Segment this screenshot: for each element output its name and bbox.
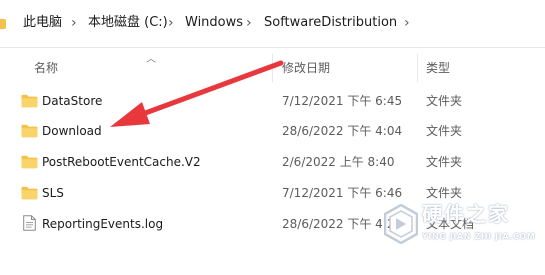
column-divider[interactable] bbox=[272, 54, 273, 82]
file-modified-date: 28/6/2022 下午 4:04 bbox=[282, 124, 403, 138]
breadcrumb-windows[interactable]: Windows bbox=[185, 14, 243, 32]
file-row-postrebooteventcache[interactable]: PostRebootEventCache.V2 2/6/2022 上午 8:40… bbox=[0, 147, 545, 177]
watermark-english-text: YING JIAN ZHI JIA.COM bbox=[422, 232, 536, 241]
file-row-datastore[interactable]: DataStore 7/12/2021 下午 6:45 文件夹 bbox=[0, 86, 545, 116]
file-modified-date: 7/12/2021 下午 6:45 bbox=[282, 94, 403, 108]
column-divider[interactable] bbox=[417, 54, 418, 82]
folder-icon bbox=[21, 154, 38, 173]
file-name: SLS bbox=[42, 186, 64, 200]
breadcrumb-this-pc[interactable]: 此电脑 bbox=[23, 14, 62, 32]
folder-icon bbox=[21, 185, 38, 204]
column-header-modified[interactable]: 修改日期 bbox=[282, 60, 330, 76]
chevron-right-icon[interactable]: › bbox=[404, 14, 410, 32]
file-name: DataStore bbox=[42, 94, 103, 108]
file-modified-date: 2/6/2022 上午 8:40 bbox=[282, 155, 395, 169]
folder-icon bbox=[0, 19, 6, 29]
breadcrumb-softwaredistribution[interactable]: SoftwareDistribution bbox=[264, 14, 397, 32]
chevron-right-icon[interactable]: › bbox=[246, 14, 252, 32]
address-breadcrumb-bar: 此电脑 › 本地磁盘 (C:) › Windows › SoftwareDist… bbox=[0, 0, 545, 48]
sort-ascending-icon: ︿ bbox=[146, 54, 156, 65]
file-type: 文件夹 bbox=[426, 186, 463, 200]
file-name: Download bbox=[42, 124, 102, 138]
chevron-right-icon[interactable]: › bbox=[168, 14, 174, 32]
breadcrumb-local-disk[interactable]: 本地磁盘 (C:) bbox=[88, 14, 168, 32]
file-row-download[interactable]: Download 28/6/2022 下午 4:04 文件夹 bbox=[0, 116, 545, 146]
chevron-right-icon[interactable]: › bbox=[71, 14, 77, 32]
file-type: 文件夹 bbox=[426, 94, 463, 108]
watermark-emblem-icon bbox=[384, 204, 418, 244]
file-name: PostRebootEventCache.V2 bbox=[42, 155, 201, 169]
file-modified-date: 7/12/2021 下午 6:46 bbox=[282, 186, 403, 200]
file-type: 文件夹 bbox=[426, 124, 463, 138]
watermark-chinese-text: 硬件之家 bbox=[422, 202, 510, 226]
column-header-type[interactable]: 类型 bbox=[426, 60, 450, 76]
document-icon bbox=[23, 215, 36, 235]
watermark-logo: 硬件之家 YING JIAN ZHI JIA.COM bbox=[384, 202, 539, 254]
file-name: ReportingEvents.log bbox=[42, 217, 164, 231]
column-header-name[interactable]: 名称 bbox=[34, 60, 58, 76]
folder-icon bbox=[21, 93, 38, 112]
folder-icon bbox=[21, 123, 38, 142]
file-type: 文件夹 bbox=[426, 155, 463, 169]
